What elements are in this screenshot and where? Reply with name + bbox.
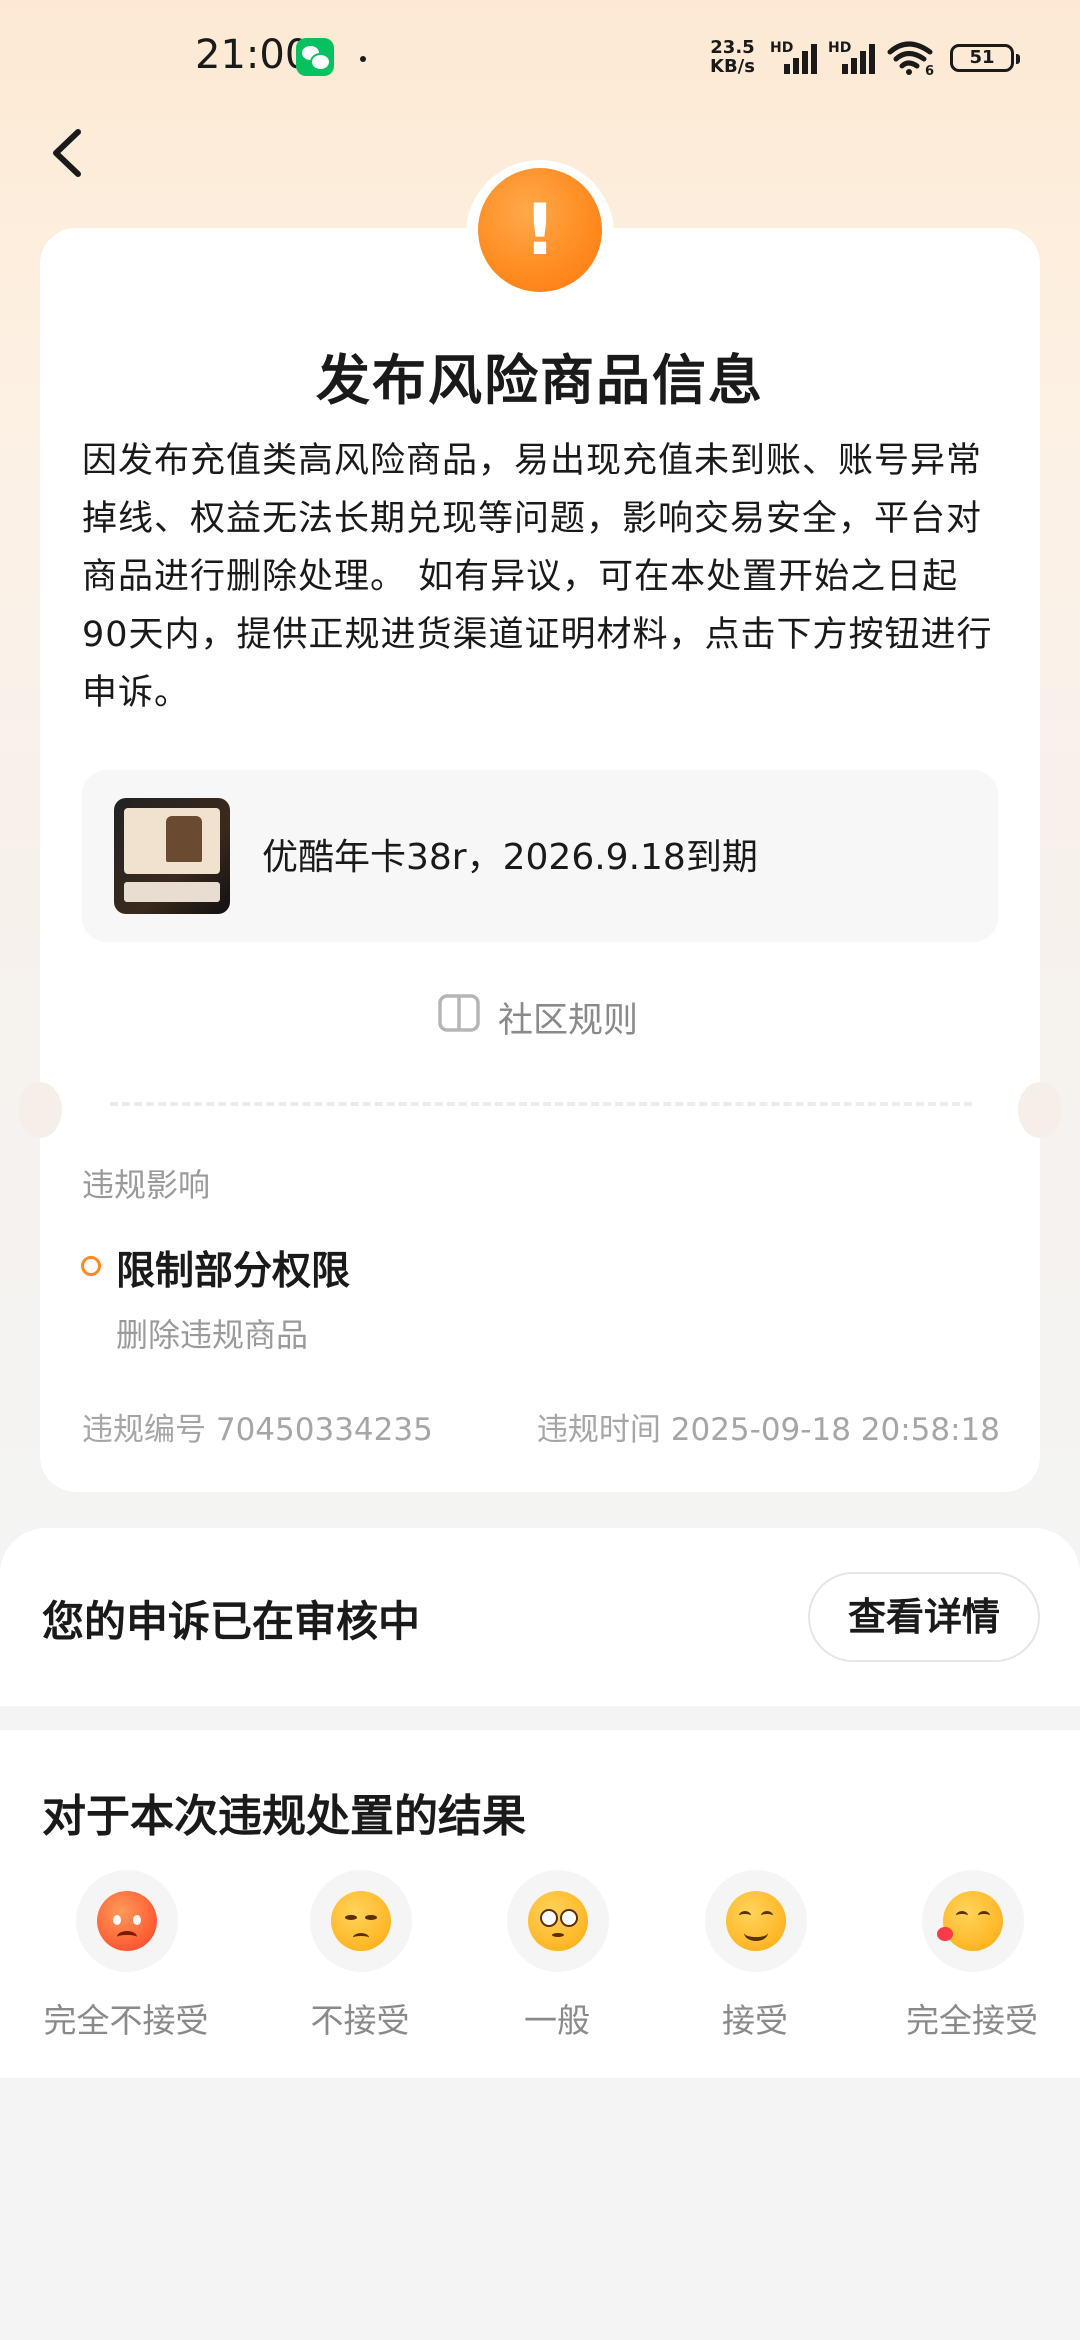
- product-thumbnail: [114, 798, 230, 914]
- network-speed-unit: KB/s: [710, 56, 755, 77]
- wifi-icon: 6: [886, 40, 936, 79]
- back-button[interactable]: [40, 118, 100, 188]
- feedback-option-fully-reject[interactable]: 完全不接受: [36, 1870, 216, 2040]
- impact-bullet-icon: [81, 1256, 101, 1276]
- feedback-title: 对于本次违规处置的结果: [42, 1791, 526, 1842]
- wechat-notification-icon: [296, 38, 334, 76]
- network-speed-value: 23.5: [710, 37, 755, 58]
- neutral-face-icon: [528, 1891, 588, 1951]
- warning-exclamation-icon: !: [478, 168, 602, 292]
- feedback-label: 一般: [524, 2001, 590, 2040]
- wifi-6-label: 6: [925, 64, 934, 76]
- impact-heading: 违规影响: [82, 1166, 211, 1204]
- view-details-button[interactable]: 查看详情: [808, 1572, 1040, 1662]
- violation-title: 发布风险商品信息: [316, 349, 764, 412]
- card-notch-left: [18, 1082, 62, 1138]
- community-rules-label: 社区规则: [498, 1001, 639, 1041]
- card-divider: [110, 1102, 972, 1106]
- impact-detail: 删除违规商品: [116, 1316, 309, 1354]
- chevron-left-icon: [53, 129, 81, 177]
- violation-description: 因发布充值类高风险商品，易出现充值未到账、账号异常掉线、权益无法长期兑现等问题，…: [82, 441, 993, 713]
- violation-time: 违规时间 2025-09-18 20:58:18: [536, 1412, 1000, 1448]
- feedback-option-accept[interactable]: 接受: [665, 1870, 845, 2040]
- product-name: 优酷年卡38r，2026.9.18到期: [262, 837, 758, 878]
- violation-id: 违规编号 70450334235: [82, 1412, 433, 1448]
- battery-icon: 51: [950, 44, 1020, 72]
- cellular-signal-2-icon: HD: [828, 40, 880, 74]
- feedback-option-fully-accept[interactable]: 完全接受: [882, 1870, 1062, 2040]
- impact-title: 限制部分权限: [116, 1249, 351, 1294]
- feedback-label: 完全不接受: [43, 2001, 209, 2040]
- feedback-option-reject[interactable]: 不接受: [270, 1870, 450, 2040]
- smiling-face-icon: [726, 1891, 786, 1951]
- appeal-section: 您的申诉已在审核中 查看详情: [0, 1528, 1080, 1706]
- kissing-face-icon: [937, 1891, 1003, 1951]
- status-time: 21:00: [195, 32, 311, 78]
- book-icon: [438, 994, 480, 1032]
- feedback-label: 不接受: [310, 2001, 410, 2040]
- appeal-status: 您的申诉已在审核中: [42, 1597, 421, 1646]
- feedback-section: 对于本次违规处置的结果 完全不接受 不接受 一般 接受 完全接受: [0, 1730, 1080, 2078]
- feedback-label: 接受: [722, 2001, 788, 2040]
- cellular-signal-1-icon: HD: [770, 40, 822, 74]
- notification-dot-icon: [360, 56, 366, 62]
- status-bar: 21:00 23.5 KB/s HD HD 6 51: [0, 0, 1080, 120]
- product-item[interactable]: 优酷年卡38r，2026.9.18到期: [82, 770, 998, 942]
- feedback-option-neutral[interactable]: 一般: [467, 1870, 647, 2040]
- network-speed: 23.5 KB/s: [710, 38, 755, 76]
- card-notch-right: [1018, 1082, 1062, 1138]
- angry-face-icon: [97, 1891, 157, 1951]
- unamused-face-icon: [331, 1891, 391, 1951]
- signal-2-hd-label: HD: [828, 40, 852, 56]
- signal-1-hd-label: HD: [770, 40, 794, 56]
- feedback-label: 完全接受: [906, 2001, 1038, 2040]
